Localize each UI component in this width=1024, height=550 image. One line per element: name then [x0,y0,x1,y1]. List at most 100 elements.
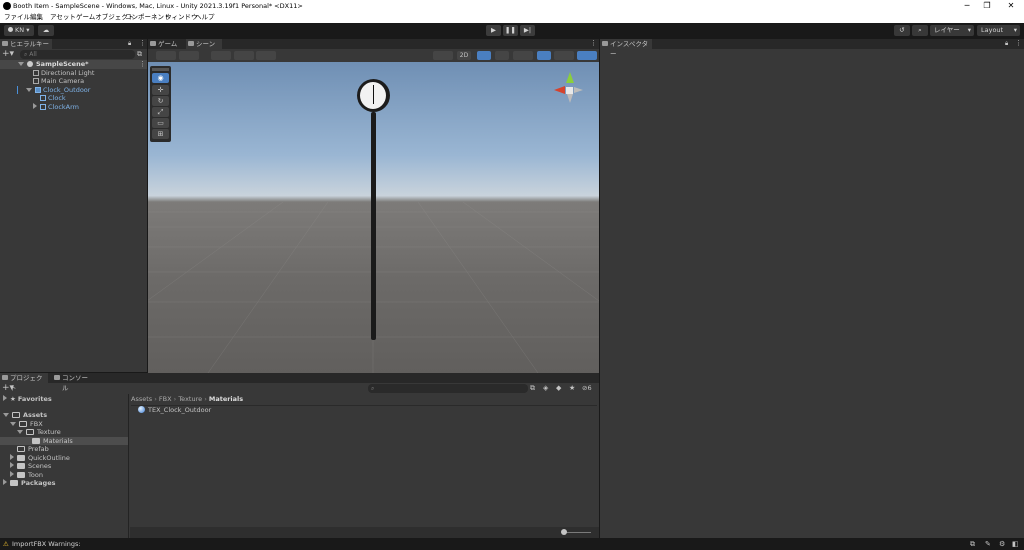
lock-icon[interactable]: 🔒︎ [1005,40,1008,48]
lock-icon[interactable]: 🔒︎ [128,40,131,48]
history-button[interactable]: ↺ [894,25,910,36]
draw-mode-dropdown[interactable] [433,51,453,60]
menu-edit[interactable]: 編集 [30,12,43,23]
minimize-button[interactable]: ─ [957,0,977,12]
tree-scenes[interactable]: Scenes [10,462,51,471]
neg-y-axis-icon[interactable] [567,94,573,103]
hierarchy-item-main-camera[interactable]: Main Camera [33,77,84,86]
audio-toggle[interactable] [495,51,509,60]
view-tool-button[interactable]: ◉ [152,73,169,83]
step-button[interactable]: ▶| [520,25,535,36]
hierarchy-search-input[interactable]: ⌕ All [20,50,135,59]
gizmos-dropdown[interactable] [577,51,597,60]
save-search-icon[interactable]: ◆ [556,384,561,392]
breadcrumb-item[interactable]: Assets [131,395,152,403]
create-plus-button[interactable]: +▾ [2,50,14,59]
move-tool-button[interactable]: ✛ [152,85,169,95]
layers-label: レイヤー [934,26,960,34]
search-by-type-icon[interactable]: ⧉ [530,384,535,393]
hidden-packages-toggle[interactable]: ⊘6 [582,384,592,392]
tree-favorites[interactable]: ★ Favorites [3,395,52,404]
layers-dropdown[interactable]: レイヤー ▾ [930,25,974,36]
hidden-objects-toggle[interactable] [537,51,551,60]
clock-pole[interactable] [371,112,376,340]
menu-component[interactable]: コンポーネント [125,12,171,23]
pivot-dropdown[interactable] [179,51,199,60]
search-by-label-icon[interactable]: ◈ [543,384,548,392]
tree-fbx[interactable]: FBX [10,420,43,429]
tree-toon[interactable]: Toon [10,470,43,480]
tree-assets[interactable]: Assets [3,411,47,420]
graph-icon[interactable]: ⧉ [970,538,975,550]
filter-icon[interactable]: ⧉ [137,50,142,59]
folder-icon [17,454,25,461]
breadcrumb-item[interactable]: FBX [159,395,172,403]
search-button[interactable]: ⌕ [912,25,928,36]
camera-dropdown[interactable] [554,51,574,60]
scene-viewport[interactable]: ◉ ✛ ↻ ⤢ ▭ ⊞ [148,62,599,373]
tab-project[interactable]: プロジェクト [0,373,48,392]
menu-file[interactable]: ファイル [4,12,30,23]
orientation-gizmo[interactable] [552,72,588,112]
inspector-panel: インスペクター 🔒︎ ⋮ [600,39,1024,538]
maximize-button[interactable]: ❐ [977,0,997,12]
effects-dropdown[interactable] [513,51,533,60]
more-options-icon[interactable]: ⋮ [139,39,146,47]
hierarchy-item-directional-light[interactable]: Directional Light [33,69,94,78]
tab-inspector[interactable]: インスペクター [600,39,652,58]
tree-quickoutline[interactable]: QuickOutline [10,453,70,463]
rotate-tool-button[interactable]: ↻ [152,96,169,106]
overlay-drag-handle[interactable] [152,68,169,71]
transform-tool-button[interactable]: ⊞ [152,129,169,139]
breadcrumb-item[interactable]: Texture [178,395,202,403]
tree-prefab[interactable]: Prefab [17,445,49,454]
favorite-icon[interactable]: ★ [569,384,575,392]
hierarchy-item-clock-outdoor[interactable]: Clock_Outdoor [26,86,90,95]
play-button[interactable]: ▶ [486,25,501,36]
account-dropdown[interactable]: KN ▾ [4,25,34,36]
breadcrumb-item-current[interactable]: Materials [209,395,243,403]
cloud-button[interactable]: ☁ [38,25,54,36]
zoom-slider-handle[interactable] [561,529,567,535]
menu-window[interactable]: ウィンドウ [165,12,198,23]
tab-hierarchy[interactable]: ヒエラルキー [0,39,52,49]
rect-icon: ▭ [157,119,164,127]
status-message[interactable]: ImportFBX Warnings: [12,538,81,550]
zoom-slider-track[interactable] [563,532,591,533]
create-plus-button[interactable]: +▾ [2,384,16,393]
project-search-input[interactable]: ⌕ [368,384,528,393]
pause-button[interactable]: ❚❚ [503,25,518,36]
tree-packages[interactable]: Packages [3,479,55,488]
tab-console[interactable]: コンソール [52,373,92,392]
scene-root[interactable]: SampleScene* [18,60,89,69]
more-options-icon[interactable]: ⋮ [590,39,597,47]
snap-increment-dropdown[interactable] [256,51,276,60]
tab-scene[interactable]: シーン [186,39,222,49]
hierarchy-item-clock[interactable]: Clock [40,94,66,103]
close-button[interactable]: ✕ [1001,0,1021,12]
lighting-toggle[interactable] [477,51,491,60]
tree-materials[interactable]: Materials [32,437,73,446]
more-options-icon[interactable]: ⋮ [1015,39,1022,47]
scene-more-icon[interactable]: ⋮ [139,60,146,68]
asset-item-tex-clock-outdoor[interactable]: TEX_Clock_Outdoor [138,406,211,415]
neg-x-axis-icon[interactable] [574,87,583,93]
tree-texture[interactable]: Texture [17,428,61,437]
menu-help[interactable]: ヘルプ [195,12,215,23]
hierarchy-item-clockarm[interactable]: ClockArm [33,102,79,112]
layout-dropdown[interactable]: Layout ▾ [977,25,1020,36]
tool-handle-dropdown[interactable] [156,51,176,60]
menu-assets[interactable]: アセット [50,12,76,23]
tab-game[interactable]: ゲーム [148,39,184,49]
grid-dropdown[interactable] [234,51,254,60]
gizmo-center-icon[interactable] [566,87,573,94]
rect-tool-button[interactable]: ▭ [152,118,169,128]
collab-icon[interactable]: ◧ [1012,538,1019,550]
toggle-2d-button[interactable]: 2D [457,51,471,60]
scale-tool-button[interactable]: ⤢ [152,107,169,117]
bake-icon[interactable]: ✎ [985,538,991,550]
grid-snap-dropdown[interactable] [211,51,231,60]
x-axis-icon[interactable] [554,86,565,94]
y-axis-icon[interactable] [566,72,574,83]
debug-icon[interactable]: ⚙ [999,538,1005,550]
